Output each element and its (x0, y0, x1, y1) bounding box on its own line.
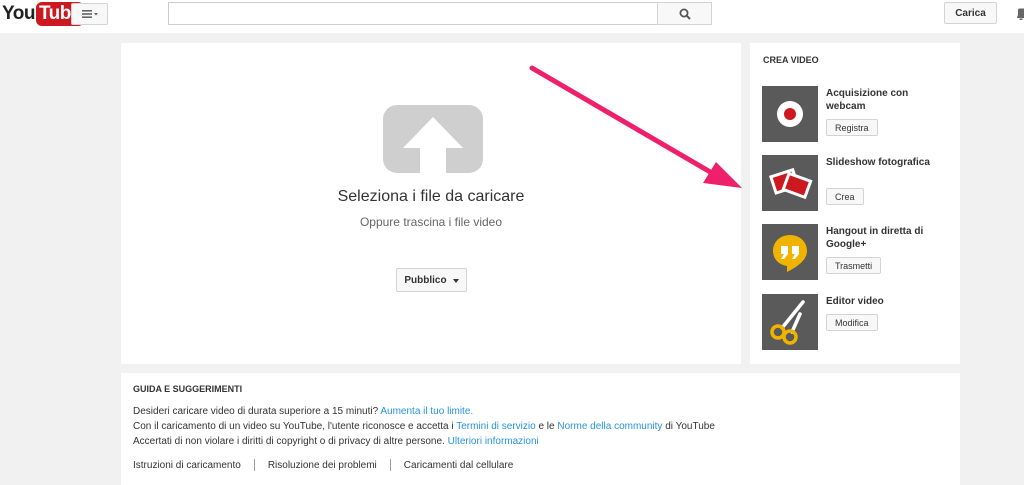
privacy-label: Pubblico (404, 274, 447, 286)
upload-button[interactable]: Carica (944, 2, 997, 24)
create-video-heading: CREA VIDEO (763, 55, 819, 65)
guide-line-text: Con il caricamento di un video su YouTub… (133, 421, 457, 432)
create-slideshow-button[interactable]: Crea (826, 188, 864, 205)
menu-icon (81, 10, 98, 18)
upload-arrow-icon[interactable] (383, 105, 483, 173)
record-button[interactable]: Registra (826, 119, 878, 136)
more-info-link[interactable]: Ulteriori informazioni (448, 436, 539, 447)
upload-subtitle: Oppure trascina i file video (359, 215, 503, 229)
community-guidelines-link[interactable]: Norme della community (557, 421, 662, 432)
create-item-title: Hangout in diretta di Google+ (826, 226, 924, 250)
link-divider (389, 459, 391, 471)
create-video-panel: CREA VIDEO Acquisizione con webcam Regis… (750, 43, 960, 364)
logo-you-text: You (2, 3, 35, 24)
guide-line-duration: Desideri caricare video di durata superi… (133, 404, 715, 419)
increase-limit-link[interactable]: Aumenta il tuo limite. (380, 406, 473, 417)
privacy-dropdown[interactable]: Pubblico (396, 268, 467, 292)
guide-text: Desideri caricare video di durata superi… (133, 404, 715, 449)
guide-links: Istruzioni di caricamento Risoluzione de… (133, 459, 513, 471)
create-item-editor: Editor video Modifica (762, 294, 952, 350)
guide-line-text: e le (535, 421, 558, 432)
broadcast-button[interactable]: Trasmetti (826, 257, 882, 274)
guide-line-terms: Con il caricamento di un video su YouTub… (133, 419, 715, 434)
link-divider (253, 459, 255, 471)
hangout-icon[interactable] (762, 224, 818, 280)
search-input[interactable] (168, 2, 658, 25)
create-item-title: Editor video (826, 296, 884, 307)
upload-instructions-link[interactable]: Istruzioni di caricamento (133, 460, 241, 471)
search-button[interactable] (657, 2, 712, 25)
create-item-title: Slideshow fotografica (826, 157, 930, 168)
terms-of-service-link[interactable]: Termini di servizio (456, 421, 535, 432)
create-item-webcam: Acquisizione con webcam Registra (762, 86, 952, 142)
guide-line-text: Desideri caricare video di durata superi… (133, 406, 381, 417)
search-icon (679, 8, 691, 20)
chevron-down-icon (452, 278, 459, 283)
guide-heading: GUIDA E SUGGERIMENTI (133, 384, 243, 394)
scissors-icon[interactable] (762, 294, 818, 350)
edit-button[interactable]: Modifica (826, 314, 878, 331)
guide-line-text: Accertati di non violare i diritti di co… (133, 436, 448, 447)
upload-panel: Seleziona i file da caricare Oppure tras… (121, 43, 741, 364)
create-item-hangout: Hangout in diretta di Google+ Trasmetti (762, 224, 952, 280)
notification-bell-icon[interactable] (1016, 8, 1024, 20)
create-item-title: Acquisizione con webcam (826, 88, 909, 112)
guide-menu-button[interactable] (71, 3, 108, 25)
create-item-slideshow: Slideshow fotografica Crea (762, 155, 952, 211)
upload-title[interactable]: Seleziona i file da caricare (121, 188, 741, 206)
guide-line-copyright: Accertati di non violare i diritti di co… (133, 434, 715, 449)
top-bar: You Tube IT Carica (0, 0, 1024, 33)
photo-slideshow-icon[interactable] (762, 155, 818, 211)
troubleshooting-link[interactable]: Risoluzione dei problemi (268, 460, 377, 471)
webcam-record-icon[interactable] (762, 86, 818, 142)
mobile-uploads-link[interactable]: Caricamenti dal cellulare (404, 460, 514, 471)
guide-panel: GUIDA E SUGGERIMENTI Desideri caricare v… (121, 373, 960, 485)
guide-line-text: di YouTube (662, 421, 715, 432)
